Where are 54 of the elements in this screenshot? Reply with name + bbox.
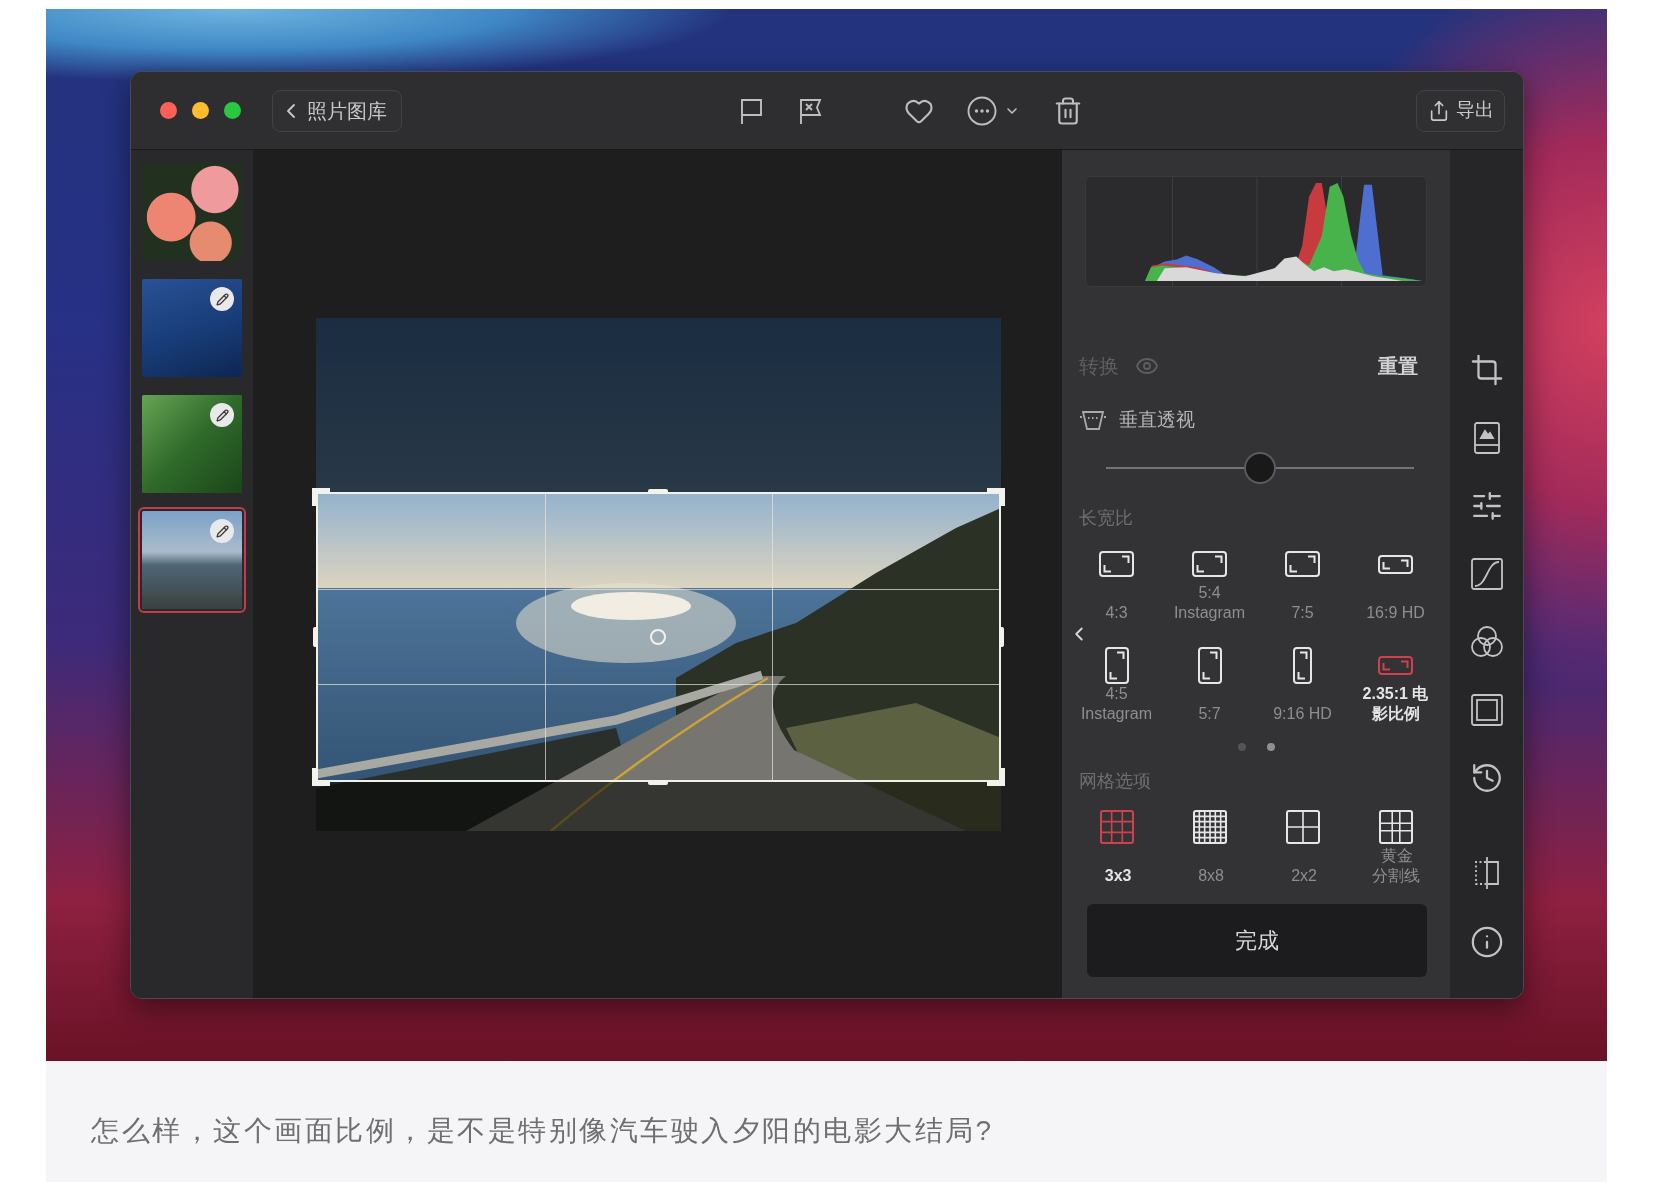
aspect-ratio-option[interactable]: 4:3 xyxy=(1070,545,1163,623)
close-button[interactable] xyxy=(160,102,177,119)
aspect-frame-icon xyxy=(1378,554,1413,574)
back-button[interactable]: 照片图库 xyxy=(272,89,402,132)
grid-icon xyxy=(1378,810,1413,844)
frame-icon[interactable] xyxy=(1469,693,1504,727)
color-circles-icon[interactable] xyxy=(1469,625,1504,659)
aspect-frame-icon xyxy=(1104,646,1129,684)
grid-option[interactable]: 黄金分割线 xyxy=(1349,808,1442,886)
aspect-frame-icon xyxy=(1192,551,1227,577)
aspect-ratio-option[interactable]: 2.35:1 电影比例 xyxy=(1349,646,1442,724)
crop-handle[interactable] xyxy=(987,488,1005,506)
grid-option[interactable]: 8x8 xyxy=(1163,808,1256,886)
crop-handle[interactable] xyxy=(987,768,1005,786)
crop-handle[interactable] xyxy=(999,627,1004,647)
section-title: 长宽比 xyxy=(1079,507,1133,530)
slider-thumb[interactable] xyxy=(1244,452,1276,484)
curve-icon[interactable] xyxy=(1469,557,1504,591)
aspect-frame-icon xyxy=(1285,551,1320,577)
crop-handle[interactable] xyxy=(312,768,330,786)
perspective-icon xyxy=(1079,409,1107,431)
crop-handle[interactable] xyxy=(648,489,668,494)
aspect-frame-icon xyxy=(1293,646,1312,684)
caption-text: 怎么样，这个画面比例，是不是特别像汽车驶入夕阳的电影大结局? xyxy=(91,1114,994,1148)
zoom-button[interactable] xyxy=(224,102,241,119)
aspect-frame-icon xyxy=(1099,551,1134,577)
grid-option[interactable]: 2x2 xyxy=(1256,808,1349,886)
reset-button[interactable]: 重置 xyxy=(1378,353,1418,379)
grid-option[interactable]: 3x3 xyxy=(1070,808,1163,886)
info-icon[interactable] xyxy=(1469,925,1504,959)
aspect-ratio-option[interactable]: 7:5 xyxy=(1256,545,1349,623)
section-title: 网格选项 xyxy=(1079,770,1151,793)
more-icon[interactable] xyxy=(967,95,997,126)
aspect-ratio-option[interactable]: 9:16 HD xyxy=(1256,646,1349,724)
export-button[interactable]: 导出 xyxy=(1416,89,1505,132)
crop-handle[interactable] xyxy=(313,627,318,647)
trash-icon[interactable] xyxy=(1053,95,1083,126)
crop-handle[interactable] xyxy=(312,488,330,506)
aspect-ratio-option[interactable]: 4:5 Instagram xyxy=(1070,646,1163,724)
crop-icon[interactable] xyxy=(1469,353,1504,387)
minimize-button[interactable] xyxy=(192,102,209,119)
aspect-frame-icon xyxy=(1197,646,1222,684)
aspect-ratio-option[interactable]: 5:4 Instagram xyxy=(1163,545,1256,623)
slider-track[interactable] xyxy=(1106,452,1414,484)
aspect-ratio-option[interactable]: 16:9 HD xyxy=(1349,545,1442,623)
grid-icon xyxy=(1285,810,1320,844)
aspect-frame-icon xyxy=(1378,655,1413,675)
photo-thumbnail[interactable] xyxy=(138,507,246,613)
grid-icon xyxy=(1099,810,1134,844)
crop-handle[interactable] xyxy=(648,780,668,785)
done-button[interactable]: 完成 xyxy=(1087,904,1427,977)
slider-label: 垂直透视 xyxy=(1119,408,1195,432)
aspect-ratio-option[interactable]: 5:7 xyxy=(1163,646,1256,724)
grid-icon xyxy=(1192,810,1227,844)
